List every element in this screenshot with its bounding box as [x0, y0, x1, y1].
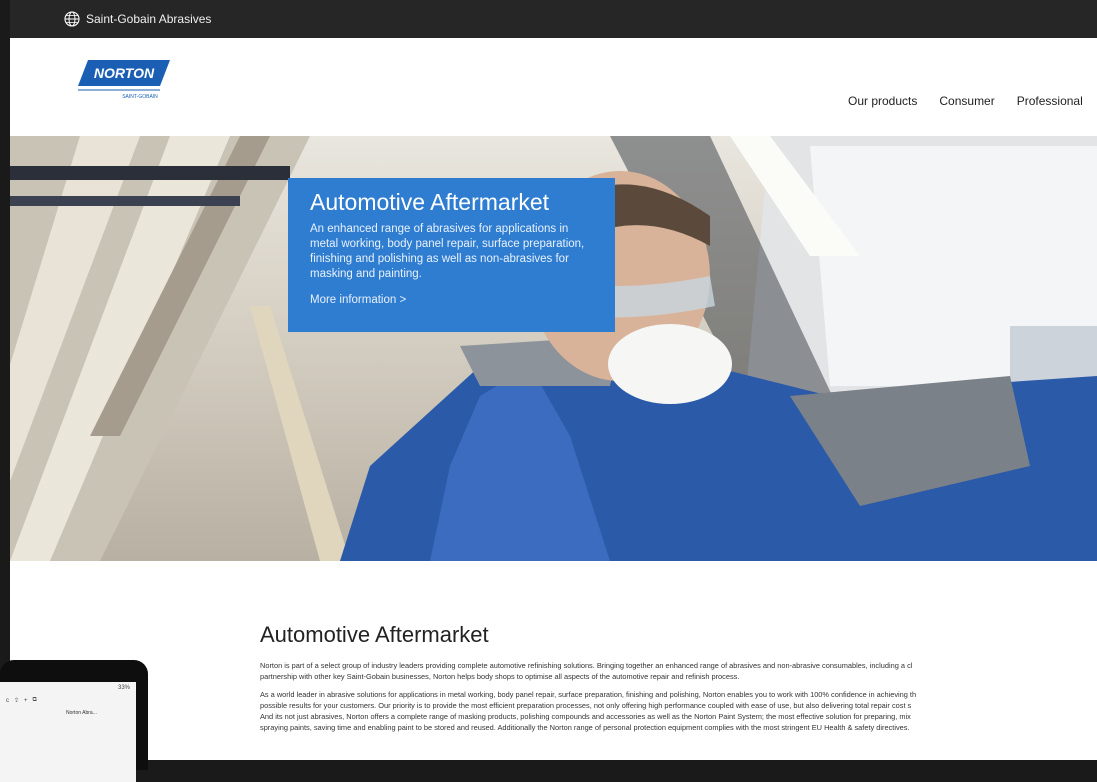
browser-screen: Saint-Gobain Abrasives NORTON SAINT-GOBA… [10, 0, 1097, 760]
main-nav: Our products Consumer Professional [848, 94, 1083, 108]
add-tab-icon[interactable]: + [24, 698, 28, 704]
globe-icon[interactable] [64, 11, 80, 27]
tabs-icon[interactable]: ⧉ [33, 697, 37, 704]
paragraph: As a world leader in abrasive solutions … [260, 690, 917, 732]
hero-description: An enhanced range of abrasives for appli… [310, 223, 585, 280]
nav-consumer[interactable]: Consumer [939, 94, 994, 108]
paragraph: Norton is part of a select group of indu… [260, 661, 913, 681]
content-section: Automotive Aftermarket Norton is part of… [260, 622, 1097, 740]
nav-professional[interactable]: Professional [1017, 94, 1083, 108]
tablet-toolbar: c ⇪ + ⧉ [0, 694, 136, 707]
brand-link[interactable]: Saint-Gobain Abrasives [86, 12, 211, 26]
share-icon[interactable]: ⇪ [14, 697, 19, 704]
site-header: NORTON SAINT-GOBAIN Our products Consume… [10, 38, 1097, 136]
battery-status: 33% [117, 685, 130, 691]
more-information-link[interactable]: More information > [310, 294, 593, 306]
tablet-tab[interactable]: Norton Abra... [0, 707, 136, 719]
hero-title: Automotive Aftermarket [310, 189, 550, 215]
svg-text:NORTON: NORTON [94, 65, 155, 81]
refresh-icon[interactable]: c [6, 698, 9, 704]
nav-our-products[interactable]: Our products [848, 94, 917, 108]
content-title: Automotive Aftermarket [260, 622, 489, 647]
tablet-status-bar: 33% [0, 682, 136, 694]
hero-card: Automotive Aftermarket An enhanced range… [288, 178, 615, 332]
top-bar: Saint-Gobain Abrasives [10, 0, 1097, 38]
hero-banner: Automotive Aftermarket An enhanced range… [10, 136, 1097, 561]
svg-text:SAINT-GOBAIN: SAINT-GOBAIN [122, 94, 158, 100]
tablet-device: 33% c ⇪ + ⧉ Norton Abra... [0, 660, 148, 782]
tablet-screen: 33% c ⇪ + ⧉ Norton Abra... [0, 682, 136, 782]
norton-logo[interactable]: NORTON SAINT-GOBAIN [78, 60, 170, 102]
